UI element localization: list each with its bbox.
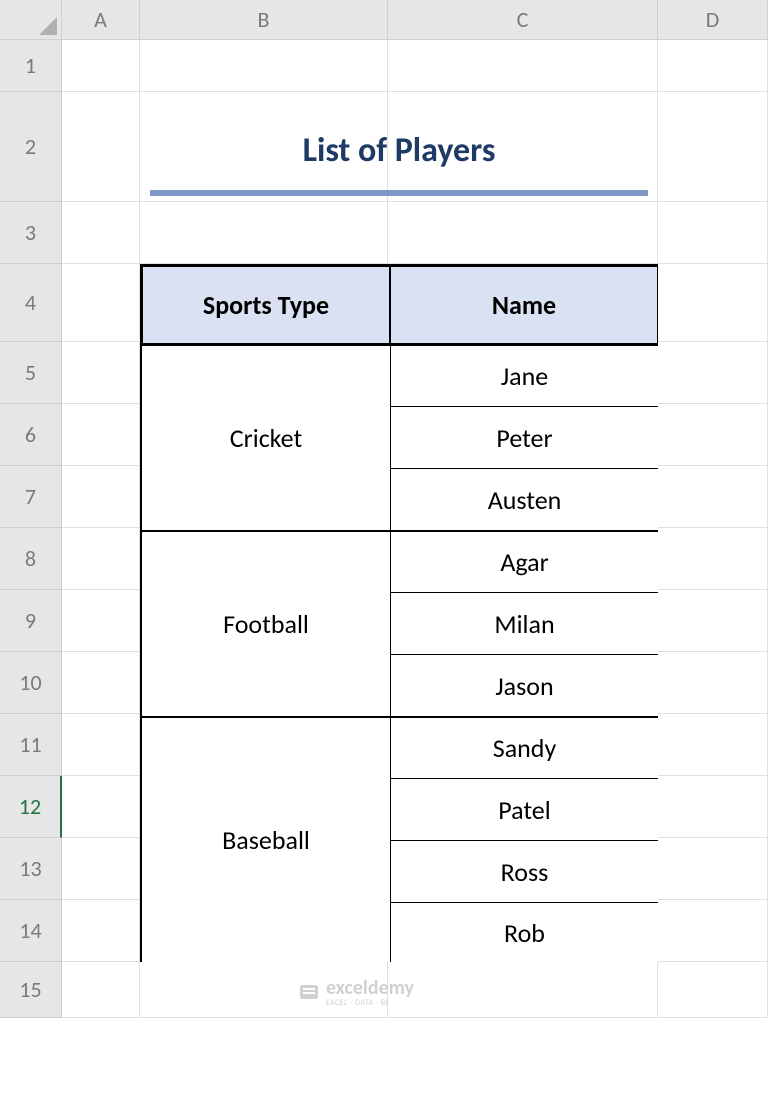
cell[interactable] [62, 466, 140, 528]
column-header[interactable]: A [62, 0, 140, 40]
row-header[interactable]: 4 [0, 264, 62, 342]
name-cell[interactable]: Sandy [390, 716, 658, 778]
name-cell[interactable]: Agar [390, 530, 658, 592]
cell[interactable] [658, 962, 768, 1018]
row-headers: 123456789101112131415 [0, 40, 62, 1018]
cell[interactable] [62, 776, 140, 838]
cell[interactable] [62, 714, 140, 776]
cell[interactable] [62, 202, 140, 264]
cell[interactable] [62, 342, 140, 404]
row-header[interactable]: 3 [0, 202, 62, 264]
cell[interactable] [62, 590, 140, 652]
cell[interactable] [140, 202, 388, 264]
players-table: Sports Type Name Cricket Jane Peter Aust… [140, 264, 658, 962]
page-title: List of Players [140, 130, 658, 171]
row-header[interactable]: 6 [0, 404, 62, 466]
name-cell[interactable]: Ross [390, 840, 658, 902]
sport-cell[interactable]: Football [142, 530, 390, 716]
cell[interactable] [62, 404, 140, 466]
cell[interactable] [658, 900, 768, 962]
row-header[interactable]: 13 [0, 838, 62, 900]
row-header[interactable]: 9 [0, 590, 62, 652]
cell[interactable] [62, 264, 140, 342]
row-header[interactable]: 5 [0, 342, 62, 404]
name-cell[interactable]: Rob [390, 902, 658, 962]
cell[interactable] [658, 776, 768, 838]
row-header[interactable]: 7 [0, 466, 62, 528]
select-all-icon [39, 17, 57, 35]
name-cell[interactable]: Peter [390, 406, 658, 468]
cell[interactable] [658, 466, 768, 528]
cell[interactable] [658, 40, 768, 92]
row-header[interactable]: 11 [0, 714, 62, 776]
cell[interactable] [388, 202, 658, 264]
cell[interactable] [658, 590, 768, 652]
spreadsheet: ABCD 123456789101112131415 List of Playe… [0, 0, 768, 1100]
cell[interactable] [62, 900, 140, 962]
cell[interactable] [62, 40, 140, 92]
cell[interactable] [658, 838, 768, 900]
cell[interactable] [62, 92, 140, 202]
name-cell[interactable]: Milan [390, 592, 658, 654]
row-header[interactable]: 2 [0, 92, 62, 202]
title-underline [150, 190, 648, 196]
cell[interactable] [62, 652, 140, 714]
cell[interactable] [658, 264, 768, 342]
column-header[interactable]: B [140, 0, 388, 40]
row-header[interactable]: 10 [0, 652, 62, 714]
column-header[interactable]: D [658, 0, 768, 40]
header-name[interactable]: Name [390, 266, 658, 344]
row-header[interactable]: 12 [0, 776, 62, 838]
row-header[interactable]: 1 [0, 40, 62, 92]
cell[interactable] [658, 714, 768, 776]
row-header[interactable]: 8 [0, 528, 62, 590]
name-cell[interactable]: Patel [390, 778, 658, 840]
watermark: exceldemy EXCEL · DATA · BI [298, 976, 414, 1008]
watermark-brand: exceldemy [326, 976, 414, 1000]
cell[interactable] [658, 202, 768, 264]
cell[interactable] [658, 342, 768, 404]
name-cell[interactable]: Jason [390, 654, 658, 716]
row-header[interactable]: 14 [0, 900, 62, 962]
cell[interactable] [62, 962, 140, 1018]
cell[interactable] [658, 404, 768, 466]
name-cell[interactable]: Austen [390, 468, 658, 530]
sport-cell[interactable]: Baseball [142, 716, 390, 962]
name-cell[interactable]: Jane [390, 344, 658, 406]
header-sports-type[interactable]: Sports Type [142, 266, 390, 344]
cell[interactable] [658, 528, 768, 590]
cell[interactable] [658, 652, 768, 714]
column-header[interactable]: C [388, 0, 658, 40]
sport-cell[interactable]: Cricket [142, 344, 390, 530]
column-headers: ABCD [62, 0, 768, 40]
cell[interactable] [658, 92, 768, 202]
cell[interactable] [62, 838, 140, 900]
exceldemy-icon [298, 981, 320, 1003]
cell[interactable] [62, 528, 140, 590]
row-header[interactable]: 15 [0, 962, 62, 1018]
cell[interactable] [140, 40, 388, 92]
select-all-corner[interactable] [0, 0, 62, 40]
cell[interactable] [388, 40, 658, 92]
cell[interactable] [388, 962, 658, 1018]
